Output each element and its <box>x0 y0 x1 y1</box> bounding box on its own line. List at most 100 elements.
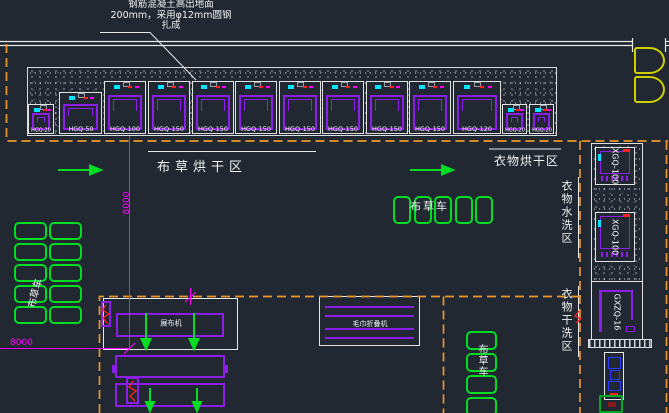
ironer-room[interactable]: 展布机 <box>103 298 238 350</box>
steam-connector-1[interactable] <box>101 301 111 327</box>
valve-cyan-icon <box>508 108 514 112</box>
valve-magenta-icon <box>47 109 51 111</box>
dryer-machine[interactable]: HGQ-50 <box>59 92 102 134</box>
valve-cyan-icon <box>114 85 120 89</box>
valve-red-icon <box>433 86 437 88</box>
dryer-label: HGQ-100 <box>110 127 140 133</box>
valve-red-icon <box>216 86 220 88</box>
zone-label-linen-drying: 布草烘干区 <box>157 156 247 175</box>
linen-cart[interactable] <box>475 196 493 224</box>
valve-red-icon <box>259 86 263 88</box>
valve-magenta-icon <box>488 86 492 88</box>
dryer-machine[interactable]: HGQ-20 <box>502 104 527 134</box>
valve-cyan-icon <box>464 85 470 89</box>
dryer-label: HGQ-150 <box>154 127 184 133</box>
dryer-label: HGQ-150 <box>415 127 445 133</box>
dryer-machine[interactable]: HGQ-20 <box>529 104 554 134</box>
washer-1-label: XGQ-100 <box>611 148 620 184</box>
valve-red-icon <box>84 97 88 99</box>
cart-label-middle: 布草车 <box>410 198 449 214</box>
towel-folder-label: 毛巾折叠机 <box>352 318 387 328</box>
valve-magenta-icon <box>179 86 183 88</box>
cad-drawing-canvas[interactable]: 钢筋混凝土高出地面 200mm，采用φ12mm圆钢 扎成 布草烘干区 衣物烘干区… <box>0 0 669 413</box>
dryer-drum <box>239 95 273 130</box>
dryer-label: HGQ-150 <box>241 127 271 133</box>
valve-cyan-icon <box>332 85 338 89</box>
valve-cyan-icon <box>34 108 40 112</box>
folder-machine-1[interactable] <box>115 355 225 378</box>
dryer-label: HGQ-50 <box>68 127 93 133</box>
dryer-machine[interactable]: HGQ-150 <box>148 81 190 134</box>
dryer-machine[interactable]: HGQ-150 <box>366 81 408 134</box>
dryer-machine[interactable]: HGQ-150 <box>192 81 234 134</box>
valve-red-icon <box>172 86 176 88</box>
platform-annotation: 钢筋混凝土高出地面 200mm，采用φ12mm圆钢 扎成 <box>86 0 256 32</box>
linen-cart[interactable] <box>14 222 47 240</box>
valve-cyan-icon <box>375 85 381 89</box>
valve-red-icon <box>346 86 350 88</box>
zone-label-clothes-washing: 衣物水洗区 <box>558 180 574 245</box>
valve-cyan-icon <box>245 85 251 89</box>
wall-lines <box>0 38 669 52</box>
valve-red-icon <box>390 86 394 88</box>
towel-folder-room[interactable]: 毛巾折叠机 <box>319 296 420 346</box>
dry-cleaner-label: GXZQ-16 <box>613 293 622 330</box>
dryer-drum <box>196 95 230 130</box>
dryer-machine[interactable]: HGQ-100 <box>104 81 146 134</box>
linen-cart[interactable] <box>466 397 497 413</box>
valve-magenta-icon <box>440 86 444 88</box>
linen-cart[interactable] <box>49 243 82 261</box>
dryer-machine[interactable]: HGQ-20 <box>28 104 54 134</box>
dryer-drum <box>457 95 497 130</box>
dryer-machine[interactable]: HGQ-150 <box>235 81 277 134</box>
dryer-drum <box>108 95 142 130</box>
valve-cyan-icon <box>158 85 164 89</box>
valve-red-icon <box>480 86 484 88</box>
valve-magenta-icon <box>90 97 94 99</box>
linen-cart[interactable] <box>393 196 411 224</box>
door-leaf-icon <box>634 76 665 103</box>
dryer-label: HGQ-150 <box>198 127 228 133</box>
linen-cart[interactable] <box>49 264 82 282</box>
valve-cyan-icon <box>69 96 75 100</box>
dryer-drum <box>283 95 317 130</box>
equipment-box[interactable] <box>604 352 624 400</box>
linen-cart[interactable] <box>49 285 82 303</box>
dryer-label: HGQ-150 <box>372 127 402 133</box>
linen-cart[interactable] <box>49 222 82 240</box>
dryer-machine[interactable]: HGQ-150 <box>279 81 321 134</box>
dryer-drum <box>326 95 360 130</box>
dryer-machine[interactable]: HGQ-150 <box>409 81 451 134</box>
dryer-drum <box>370 95 404 130</box>
linen-cart[interactable] <box>14 306 47 324</box>
valve-cyan-icon <box>201 85 207 89</box>
cart-label-right: 布草车 <box>474 344 489 377</box>
valve-magenta-icon <box>396 86 400 88</box>
valve-magenta-icon <box>547 109 551 111</box>
floor-grille <box>588 339 652 348</box>
dry-cleaning-machine[interactable]: GXZQ-16 <box>591 281 643 342</box>
valve-magenta-icon <box>266 86 270 88</box>
washer-2-label: XGQ-100 <box>611 219 620 255</box>
small-green-unit[interactable] <box>599 395 623 413</box>
linen-cart[interactable] <box>466 375 497 394</box>
washer-machine-1[interactable]: XGQ-100 <box>595 147 635 185</box>
linen-cart[interactable] <box>14 243 47 261</box>
valve-red-icon <box>303 86 307 88</box>
dryer-label: HGQ-20 <box>505 128 525 133</box>
washer-machine-2[interactable]: XGQ-100 <box>595 212 635 262</box>
folder-machine-2[interactable] <box>115 383 225 407</box>
valve-magenta-icon <box>222 86 226 88</box>
dryer-machine[interactable]: HGQ-120 <box>453 81 501 134</box>
dryer-label: HGQ-150 <box>285 127 315 133</box>
dimension-horizontal-8000: 8000 <box>10 338 33 348</box>
valve-cyan-icon <box>419 85 425 89</box>
linen-cart[interactable] <box>49 306 82 324</box>
annotation-line-3: 扎成 <box>86 21 256 32</box>
dryer-label: HGQ-120 <box>462 127 492 133</box>
dryer-label: HGQ-20 <box>31 128 51 133</box>
valve-magenta-icon <box>309 86 313 88</box>
dimension-vertical-8000: 8000 <box>122 181 132 225</box>
dryer-machine[interactable]: HGQ-150 <box>322 81 364 134</box>
linen-cart[interactable] <box>455 196 473 224</box>
